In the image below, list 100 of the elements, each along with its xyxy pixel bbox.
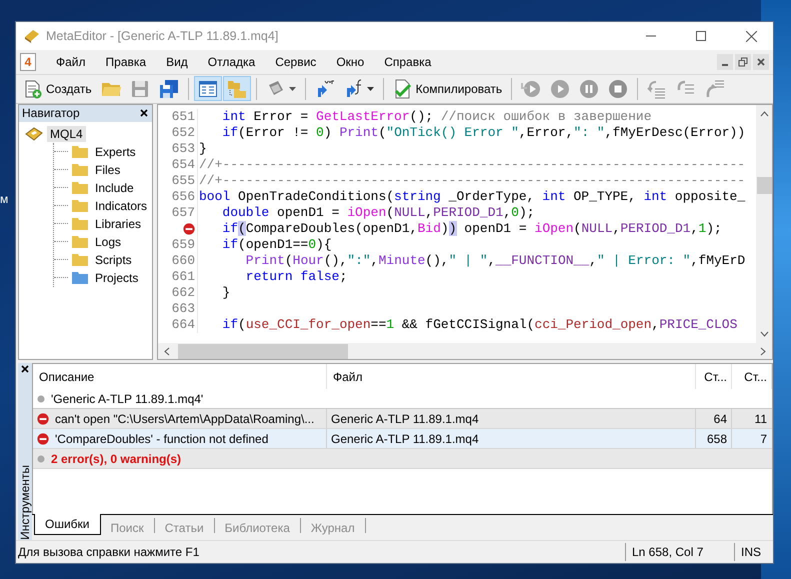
table-cell: Generic A-TLP 11.89.1.mq4 (331, 412, 479, 426)
status-dot-icon (37, 394, 45, 403)
tree-item[interactable]: Files (92, 162, 124, 178)
panel-title: Навигатор (22, 106, 80, 120)
code-line: } (221, 285, 230, 300)
code-line: bool OpenTradeConditions(string _OrderType, int OP_TYPE, int opposite_ (198, 189, 746, 204)
compile-check-icon (392, 78, 413, 99)
line-number: 663 (172, 301, 195, 316)
line-number: 662 (172, 285, 195, 300)
toolbar-button[interactable]: Компилировать (388, 76, 506, 102)
toolbar-button[interactable]: Создать (19, 76, 96, 102)
column-header[interactable]: Ст... (696, 364, 732, 390)
tree-item[interactable]: Experts (92, 144, 139, 160)
table-cell: Generic A-TLP 11.89.1.mq4 (331, 432, 479, 446)
table-cell: 'CompareDoubles' - function not defined (55, 432, 268, 446)
book-icon (25, 126, 43, 141)
table-row[interactable]: can't open "C:\Users\Artem\AppData\Roaming\... Generic A-TLP 11.89.1.mq4 64 11 (33, 409, 772, 430)
step-into-icon (647, 78, 668, 99)
code-line: } (198, 141, 207, 156)
column-header[interactable]: Ст... (732, 364, 772, 390)
scrollbar-thumb[interactable] (756, 176, 772, 194)
vertical-scrollbar[interactable] (756, 104, 772, 344)
tree-item[interactable]: Scripts (92, 252, 135, 268)
tree-item[interactable]: Libraries (92, 216, 144, 232)
table-cell: 'Generic A-TLP 11.89.1.mq4' (51, 392, 204, 406)
step-out-icon (705, 78, 726, 99)
menu-item[interactable]: Окно (326, 50, 374, 73)
scroll-up-icon[interactable] (760, 110, 768, 117)
cursor-position: Ln 658, Col 7 (625, 543, 734, 562)
desktop-icon-label: м (0, 192, 8, 206)
tree-item[interactable]: Logs (92, 234, 124, 250)
close-button[interactable] (753, 54, 769, 70)
maximize-icon (696, 31, 706, 41)
tree-item[interactable]: MQL4 (47, 126, 86, 142)
line-number: 664 (172, 317, 195, 332)
restart-icon (521, 78, 542, 99)
save-all-icon (158, 78, 179, 99)
caret-icon (366, 86, 374, 91)
line-number: 655 (172, 173, 195, 188)
insert-mode: INS (734, 543, 773, 562)
horizontal-scrollbar[interactable] (158, 343, 772, 360)
code-line: if(Error != 0) Print("OnTick() Error ",Error,": ",fMyErDesc(Error)) (221, 125, 746, 140)
restore-button[interactable] (735, 54, 751, 70)
stop-icon (608, 78, 628, 99)
close-icon (746, 30, 756, 42)
code-line: Print(Hour(),":",Minute()," | ",__FUNCTION__," | Error: ",fMyErD (244, 253, 746, 268)
error-icon (183, 222, 195, 235)
close-icon[interactable] (140, 109, 148, 118)
caret-icon (288, 86, 296, 91)
minimize-icon (722, 64, 728, 66)
menu-item[interactable]: Файл (46, 50, 96, 73)
line-number: 652 (172, 125, 195, 140)
line-number: 654 (172, 157, 195, 172)
table-row[interactable]: 'CompareDoubles' - function not defined Generic A-TLP 11.89.1.mq4 658 7 (33, 429, 772, 450)
line-number: 657 (172, 205, 195, 220)
code-line: int Error = GetLastError(); //поиск ошибок в завершение (221, 109, 652, 124)
table-cell: 7 (760, 432, 767, 446)
line-number: 660 (172, 253, 195, 268)
tree-item[interactable]: Indicators (92, 198, 150, 214)
panel-layout-icon (198, 78, 218, 99)
table-cell: 2 error(s), 0 warning(s) (51, 452, 182, 466)
book-icon (24, 29, 40, 43)
new-document-icon (23, 78, 43, 99)
table-cell: 64 (714, 412, 727, 426)
document-badge[interactable]: 4 (20, 52, 36, 71)
status-dot-icon (37, 454, 45, 463)
line-number: 661 (172, 269, 195, 284)
error-icon (37, 412, 49, 425)
close-icon[interactable] (21, 365, 29, 374)
code-line: if(CompareDoubles(openD1,Bid)) openD1 = iOpen(NULL,PERIOD_D1,1); (221, 221, 722, 236)
table-cell: can't open "C:\Users\Artem\AppData\Roaming\... (55, 412, 314, 426)
column-header[interactable]: Файл (327, 364, 696, 390)
toolbar-button[interactable] (194, 76, 222, 102)
error-icon (37, 432, 49, 445)
menu-item[interactable]: Вид (156, 50, 198, 73)
menu-item[interactable]: Сервис (265, 50, 326, 73)
menu-item[interactable]: Справка (374, 50, 442, 73)
code-line: if(use_CCI_for_open==1 && fGetCCISignal(cci_Period_open,PRICE_CLOS (221, 317, 738, 332)
menu-item[interactable]: Отладка (198, 50, 266, 73)
minimize-button[interactable] (717, 54, 733, 70)
code-line: double openD1 = iOpen(NULL,PERIOD_D1,0); (221, 205, 535, 220)
table-row[interactable]: 2 error(s), 0 warning(s) (33, 449, 772, 470)
play-icon (550, 78, 570, 99)
scroll-left-icon[interactable] (164, 346, 170, 356)
line-number: 651 (172, 109, 195, 124)
window-title: MetaEditor - [Generic A-TLP 11.89.1.mq4] (46, 29, 280, 43)
code-line: if(openD1==0){ (221, 237, 332, 252)
menu-item[interactable]: Правка (96, 50, 156, 73)
code-line: //+------------------------------------------------------------------- (198, 173, 746, 188)
scroll-down-icon[interactable] (760, 331, 768, 338)
pause-icon (579, 78, 600, 99)
tab[interactable]: Ошибки (34, 514, 100, 536)
tree-item[interactable]: Projects (92, 270, 142, 286)
restore-icon (738, 56, 748, 67)
close-icon (756, 56, 766, 67)
table-cell: 658 (706, 432, 727, 446)
code-line: //+------------------------------------------------------------------- (198, 157, 746, 172)
tree-item[interactable]: Include (92, 180, 137, 196)
scroll-right-icon[interactable] (760, 346, 766, 356)
column-header[interactable]: Описание (33, 364, 327, 390)
